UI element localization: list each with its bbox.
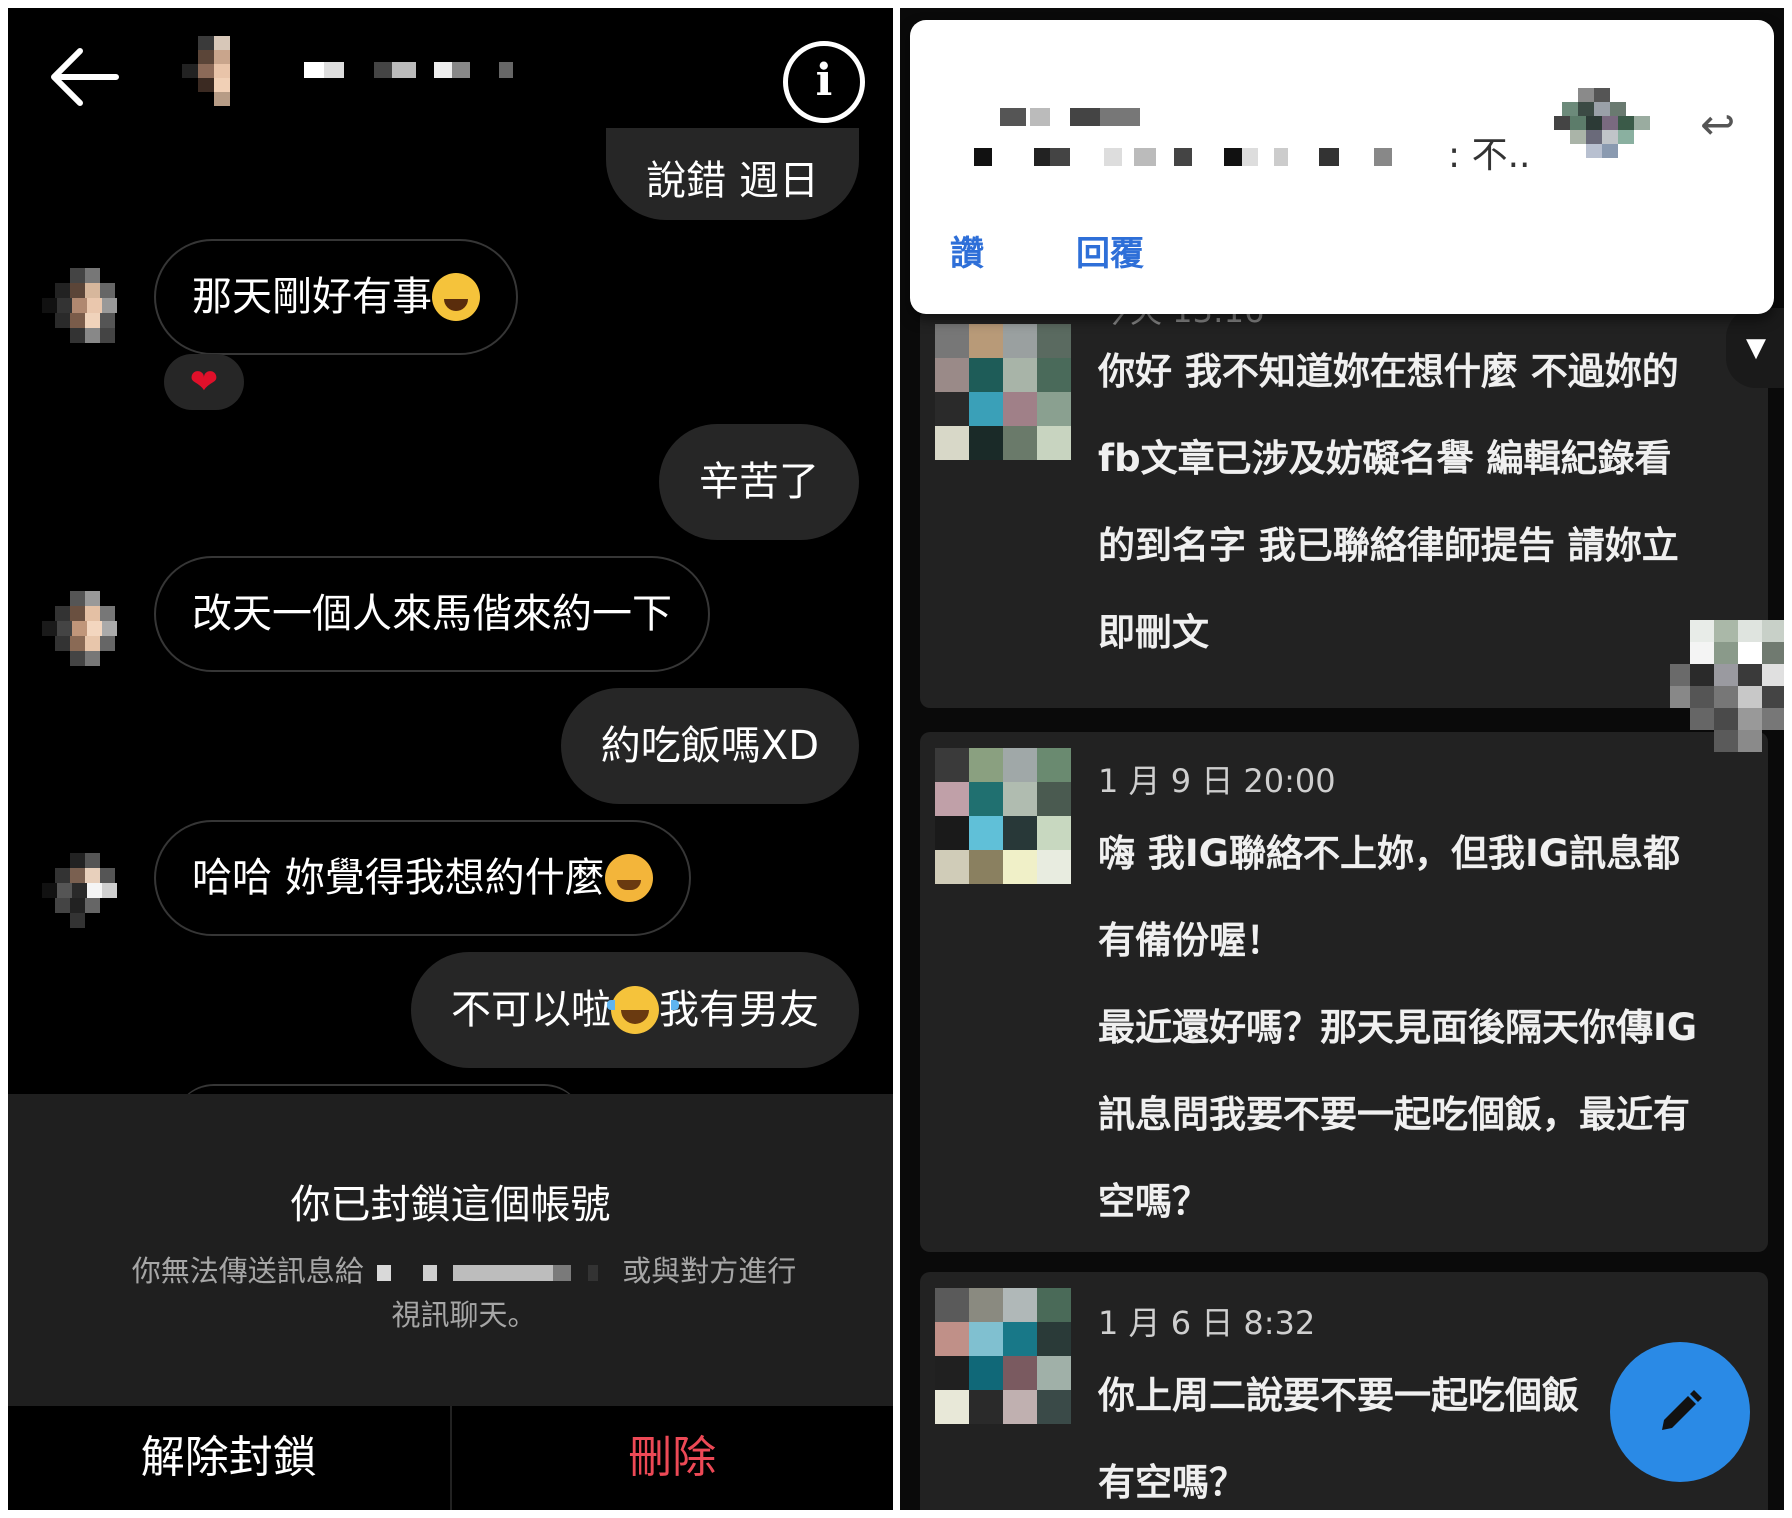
notification-avatar [1554,88,1650,158]
reply-button[interactable]: 回覆 [1076,226,1144,275]
message-line: 的到名字 我已聯絡律師提告 請妳立 [1098,524,1679,567]
instagram-dm-panel: i 說錯 週日 那天剛好有事 ❤ 辛苦了 改天一個人來馬偕來約一下 約吃飯嗎XD [8,8,893,1510]
unblock-button[interactable]: 解除封鎖 [8,1406,452,1510]
message-bubble-incoming[interactable]: 哈哈 妳覺得我想約什麼 [154,820,691,936]
message-text: 說錯 週日 [646,158,819,204]
blocked-description: 你無法傳送訊息給 或與對方進行 視訊聊天。 [104,1249,824,1337]
blocked-desc-line2: 視訊聊天。 [391,1298,537,1332]
chat-header: i [8,8,893,138]
blocked-title: 你已封鎖這個帳號 [290,1182,611,1228]
arrow-left-icon[interactable] [46,43,122,111]
message-body: 你好 我不知道妳在想什麼 不過妳的 fb文章已涉及妨礙名譽 編輯紀錄看 的到名字… [1098,328,1728,676]
sender-avatar[interactable] [42,591,130,679]
message-text: 改天一個人來馬偕來約一下 [192,591,672,637]
message-line: 有備份喔！ [1098,919,1283,962]
blocked-notice: 你已封鎖這個帳號 你無法傳送訊息給 或與對方進行 視訊聊天。 [8,1094,893,1406]
contact-avatar[interactable] [176,36,256,106]
message-text: 那天剛好有事 [192,274,432,320]
message-text: 約吃飯嗎XD [600,723,819,769]
message-bubble-outgoing[interactable]: 說錯 週日 [606,128,859,220]
notification-sender-redacted [1000,108,1140,126]
message-line: 最近還好嗎？那天見面後隔天你傳IG [1098,1006,1698,1049]
message-bubble-incoming[interactable]: 那天剛好有事 [154,239,518,355]
message-line: 空嗎？ [1098,1180,1209,1223]
message-bubble-outgoing[interactable]: 不可以啦 我有男友 [411,952,859,1068]
message-body: 嗨 我IG聯絡不上妳，但我IG訊息都 有備份喔！ 最近還好嗎？那天見面後隔天你傳… [1098,810,1728,1245]
message-line: 嗨 我IG聯絡不上妳，但我IG訊息都 [1098,832,1681,875]
message-text: 辛苦了 [699,459,819,505]
message-notification[interactable]: : 不.. ↩ 讚 回覆 [910,20,1774,314]
notification-text-redacted [974,148,1392,166]
message-timestamp: 1 月 9 日 20:00 [1098,762,1336,800]
like-button[interactable]: 讚 [950,226,984,275]
pencil-icon [1662,1390,1702,1430]
sender-avatar [935,324,1071,460]
panel-divider [893,0,900,1518]
message-line: fb文章已涉及妨礙名譽 編輯紀錄看 [1098,437,1672,480]
blocked-actions: 解除封鎖 刪除 [8,1406,893,1510]
message-line: 訊息問我要不要一起吃個飯，最近有 [1098,1093,1690,1136]
compose-button[interactable] [1610,1342,1750,1482]
contact-name-redacted [304,62,513,78]
message-line: 你好 我不知道妳在想什麼 不過妳的 [1098,350,1679,393]
message-bubble-outgoing[interactable]: 約吃飯嗎XD [560,688,859,804]
message-card[interactable]: 1 月 9 日 20:00 嗨 我IG聯絡不上妳，但我IG訊息都 有備份喔！ 最… [920,732,1768,1252]
blocked-desc-before: 你無法傳送訊息給 [131,1254,364,1288]
message-text: 我有男友 [659,987,819,1033]
message-text: 不可以啦 [451,987,611,1033]
crying-face-emoji-icon [432,273,480,321]
message-text: 哈哈 妳覺得我想約什麼 [192,855,605,901]
sender-avatar[interactable] [42,853,130,941]
smiling-devil-emoji-icon [604,854,653,902]
tears-of-joy-emoji-icon [607,986,679,1034]
info-icon[interactable]: i [783,41,865,123]
heart-reaction-icon[interactable]: ❤ [164,354,244,410]
message-timestamp: 1 月 6 日 8:32 [1098,1304,1316,1342]
messenger-panel: : 不.. ↩ 讚 回覆 ▼ 今天 13:16 你好 我不知道妳在想什麼 不過妳… [900,8,1784,1510]
delete-button[interactable]: 刪除 [452,1406,894,1510]
sender-avatar [935,748,1071,884]
message-line: 即刪文 [1098,611,1209,654]
message-bubble-outgoing[interactable]: 辛苦了 [659,424,859,540]
message-card[interactable]: 今天 13:16 你好 我不知道妳在想什麼 不過妳的 fb文章已涉及妨礙名譽 編… [920,292,1768,708]
chat-head-avatar[interactable] [1670,600,1784,760]
sender-avatar[interactable] [42,268,130,356]
reply-arrow-icon[interactable]: ↩ [1700,100,1735,149]
chevron-down-icon[interactable]: ▼ [1726,308,1784,388]
blocked-desc-after: 或與對方進行 [622,1254,797,1288]
sender-avatar [935,1288,1071,1424]
message-bubble-incoming[interactable]: 改天一個人來馬偕來約一下 [154,556,710,672]
notification-preview: : 不.. [1448,135,1531,176]
redacted-username [377,1265,598,1281]
